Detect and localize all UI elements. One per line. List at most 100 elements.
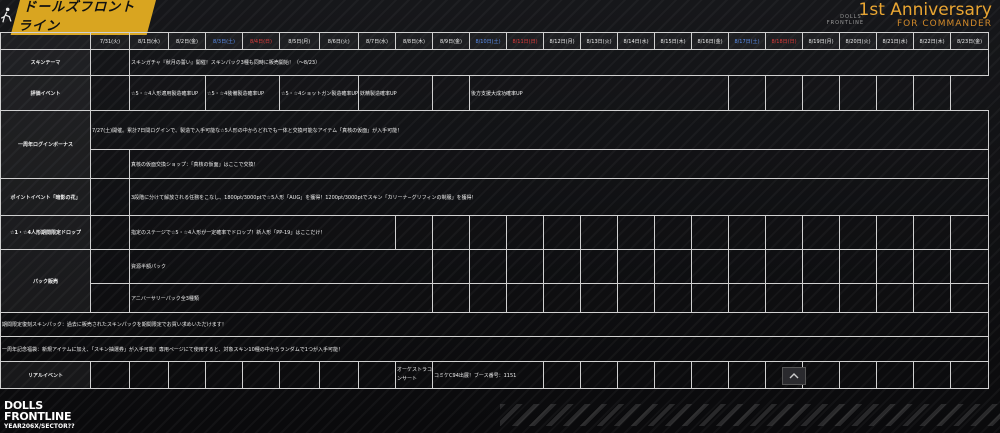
date-header: 8/6日(火) — [318, 32, 360, 50]
cell — [90, 215, 130, 250]
row-real: リアルイベント オーケストラコンサート コミケC94出展！ブース番号：1151 — [0, 361, 990, 389]
row-pack-4: 一周年記念福袋：新規アイテムに加え、「スキン抽選券」が入手可能！専用ページにて使… — [0, 336, 990, 362]
row-pack-1: パック販売 資源半額パック — [0, 249, 990, 313]
schedule-table: 7/31(火) 8/1日(水) 8/2日(金) 8/3日(土) 8/4日(日) 8/5日(… — [0, 32, 990, 389]
cell — [543, 215, 582, 250]
event-boost-logistics: 後方支援大成功確率UP — [469, 75, 730, 111]
brand-small: DOLLS' FRONTLINE — [826, 14, 865, 26]
cell — [950, 249, 990, 284]
cell — [506, 283, 545, 313]
cell — [876, 249, 915, 284]
cell — [469, 215, 508, 250]
date-header: 8/15日(木) — [654, 32, 693, 50]
header-bar: ドールズフロントライン DOLLS' FRONTLINE 1st Anniver… — [0, 0, 1000, 35]
event-reprint-skin: 期間限定復刻スキンパック：過去に販売されたスキンパックを期間限定でお買い求めいた… — [0, 312, 990, 337]
cell — [691, 361, 730, 389]
date-header: 8/14日(水) — [617, 32, 656, 50]
cell — [950, 361, 990, 389]
date-header: 8/20日(火) — [839, 32, 878, 50]
cell — [90, 249, 130, 284]
event-resource-pack: 資源半額パック — [128, 249, 434, 284]
date-header: 8/11日(日) — [506, 32, 545, 50]
date-header: 8/17日(土) — [728, 32, 767, 50]
cell — [279, 361, 320, 389]
logo-text: ドールズフロントライン — [10, 0, 158, 35]
chevron-up-icon — [789, 373, 799, 379]
cell — [876, 215, 915, 250]
cell — [543, 361, 582, 389]
anniversary-title: 1st Anniversary — [858, 0, 992, 20]
cell — [728, 215, 767, 250]
cell — [913, 215, 952, 250]
event-mask-shop: 真核の仮面交換ショップ：「真核の仮面」はここで交換！ — [128, 149, 990, 179]
date-header: 8/12日(月) — [543, 32, 582, 50]
decorative-stripes — [500, 404, 1000, 426]
row-drop: ☆1・☆4人形期間限定ドロップ 指定のステージで☆5・☆4人形が一定確率でドロッ… — [0, 215, 990, 250]
cell — [168, 361, 206, 389]
date-header: 8/8日(木) — [395, 32, 434, 50]
cell — [580, 249, 619, 284]
cell — [654, 283, 693, 313]
date-header: 8/7日(水) — [358, 32, 397, 50]
cell — [469, 283, 508, 313]
cell — [617, 249, 656, 284]
date-header: 8/18日(日) — [765, 32, 804, 50]
event-comiket: コミケC94出展！ブース番号：1151 — [432, 361, 545, 389]
cell — [876, 361, 915, 389]
scroll-top-button[interactable] — [782, 367, 806, 385]
row-label: ポイントイベント「暗影の花」 — [0, 178, 91, 216]
date-header: 8/19日(月) — [802, 32, 841, 50]
cell — [90, 178, 130, 216]
date-header: 8/9日(金) — [432, 32, 471, 50]
row-pack-2: アニバーサリーパック全3種類 — [1, 283, 990, 313]
date-header: 8/2日(金) — [168, 32, 206, 50]
row-skin-theme: スキンテーマ スキンガチャ『秋月の誓い』開催！スキンパック3種も同時に販売開始！… — [0, 49, 990, 76]
cell — [839, 249, 878, 284]
cell — [913, 75, 952, 111]
cell — [358, 361, 397, 389]
date-header: 8/22日(木) — [913, 32, 952, 50]
date-header: 8/21日(水) — [876, 32, 915, 50]
cell — [654, 249, 693, 284]
event-concert: オーケストラコンサート — [395, 361, 434, 389]
cell — [765, 75, 804, 111]
event-point: 3段階に分けて解放される任務をこなし、1800pt/3000ptで☆5人形「AU… — [128, 178, 990, 216]
event-boost-doll: ☆5・☆4人形適用製造確率UP — [129, 75, 206, 111]
cell — [691, 249, 730, 284]
cell — [728, 249, 767, 284]
footer-logo-line2: FRONTLINE — [4, 410, 72, 423]
date-header: 8/3日(土) — [205, 32, 243, 50]
event-lucky-bag: 一周年記念福袋：新規アイテムに加え、「スキン抽選券」が入手可能！専用ページにて使… — [0, 336, 990, 362]
cell — [950, 283, 990, 313]
row-login: 一周年ログインボーナス 7/27(土)開催。累計7日間ログインで、製造で入手可能… — [0, 110, 990, 179]
date-header: 8/16日(金) — [691, 32, 730, 50]
cell — [839, 75, 878, 111]
cell — [913, 283, 952, 313]
date-header: 8/1日(水) — [129, 32, 169, 50]
event-boost-fairy: 妖精製造確率UP — [358, 75, 434, 111]
footer-logo-line3: YEAR206X/SECTOR?? — [4, 423, 75, 430]
cell — [543, 249, 582, 284]
game-logo: ドールズフロントライン — [0, 0, 158, 35]
event-boost-equip: ☆5・☆4装備製造確率UP — [205, 75, 280, 111]
cell — [242, 361, 280, 389]
cell — [728, 283, 767, 313]
cell — [617, 283, 656, 313]
row-label: 評価イベント — [0, 75, 91, 111]
cell — [765, 215, 804, 250]
date-header-row: 7/31(火) 8/1日(水) 8/2日(金) 8/3日(土) 8/4日(日) 8/5日(… — [0, 32, 990, 50]
cell — [802, 249, 841, 284]
cell — [876, 283, 915, 313]
cell — [802, 75, 841, 111]
date-header: 8/4日(日) — [242, 32, 280, 50]
cell — [802, 361, 841, 389]
cell — [765, 283, 804, 313]
cell — [728, 361, 767, 389]
row-label: 一周年ログインボーナス — [0, 110, 91, 179]
cell — [469, 249, 508, 284]
cell — [90, 75, 130, 111]
event-login-bonus: 7/27(土)開催。累計7日間ログインで、製造で入手可能な☆5人形の中からどれで… — [89, 110, 990, 150]
cell — [506, 215, 545, 250]
cell — [580, 361, 619, 389]
cell — [802, 283, 841, 313]
